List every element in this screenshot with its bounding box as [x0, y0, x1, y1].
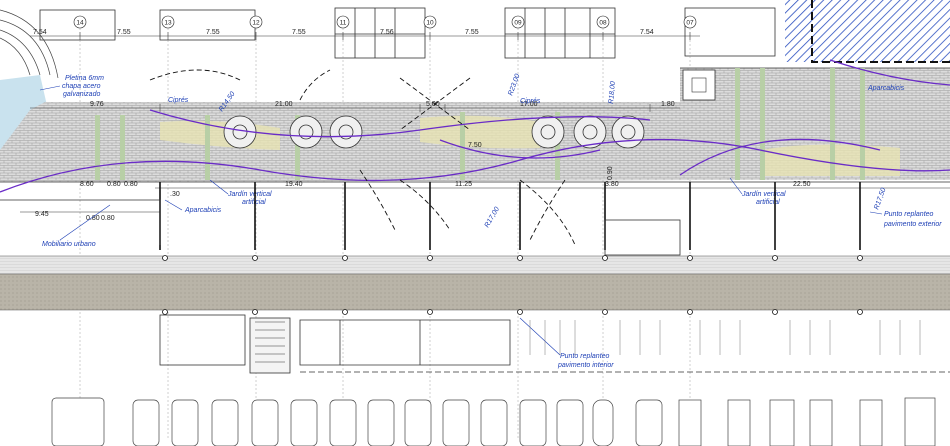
- svg-text:09: 09: [514, 20, 522, 27]
- svg-text:1.80: 1.80: [661, 101, 675, 108]
- dim-7-55-b: 7.55: [206, 29, 220, 36]
- svg-text:08: 08: [599, 20, 607, 27]
- svg-text:R17,00: R17,00: [484, 206, 501, 229]
- svg-text:0.80: 0.80: [107, 181, 121, 188]
- label-jardin-1a: Jardín vertical: [227, 191, 272, 198]
- dim-7-55-d: 7.55: [465, 29, 479, 36]
- grid-marker-14: 14: [73, 15, 87, 29]
- paved-promenade: [0, 67, 950, 183]
- label-punto-interior-1: Punto replanteo: [560, 353, 610, 360]
- svg-text:5.00: 5.00: [426, 101, 440, 108]
- svg-text:R17,50: R17,50: [873, 187, 887, 211]
- svg-text:19.40: 19.40: [285, 181, 303, 188]
- svg-text:21.00: 21.00: [275, 101, 293, 108]
- dim-7-54-left: 7.54: [33, 29, 47, 36]
- label-punto-exterior-1: Punto replanteo: [884, 211, 934, 218]
- label-pletina-line2: chapa acero: [62, 83, 101, 90]
- facade-columns: [0, 182, 861, 256]
- grid-marker-09: 09: [511, 15, 525, 29]
- svg-text:14: 14: [76, 20, 84, 27]
- svg-text:22.50: 22.50: [793, 181, 811, 188]
- grid-marker-12: 12: [249, 15, 263, 29]
- interior-plan: [159, 314, 950, 374]
- svg-text:.30: .30: [170, 191, 180, 198]
- label-punto-exterior-2: pavimento exterior: [883, 221, 942, 228]
- dim-7-55-c: 7.55: [292, 29, 306, 36]
- label-cipres-1: Ciprés: [168, 97, 189, 104]
- svg-text:R18,00: R18,00: [608, 81, 617, 104]
- svg-text:11: 11: [340, 20, 347, 27]
- label-aparcabicis-2: Aparcabicis: [867, 85, 905, 92]
- label-jardin-2a: Jardín vertical: [741, 191, 786, 198]
- svg-text:13: 13: [164, 20, 172, 27]
- svg-text:12: 12: [252, 20, 260, 27]
- svg-text:10: 10: [426, 20, 434, 27]
- label-pletina-line3: galvanizado: [63, 91, 100, 98]
- grid-marker-11: 11: [336, 15, 350, 29]
- svg-text:07: 07: [686, 20, 694, 27]
- label-pletina-line1: Pletina 6mm: [65, 75, 104, 82]
- svg-text:9.45: 9.45: [35, 211, 49, 218]
- grid-marker-08: 08: [596, 15, 610, 29]
- svg-text:8.60: 8.60: [80, 181, 94, 188]
- svg-text:0.90: 0.90: [607, 166, 614, 180]
- grid-lines: [79, 28, 691, 440]
- svg-text:11.25: 11.25: [455, 181, 472, 188]
- label-mobiliario: Mobiliario urbano: [42, 241, 96, 248]
- svg-text:0.80: 0.80: [124, 181, 138, 188]
- label-jardin-2b: artificial: [756, 199, 780, 206]
- grid-marker-13: 13: [161, 15, 175, 29]
- svg-text:3.80: 3.80: [605, 181, 619, 188]
- paving-band: [0, 255, 950, 315]
- hatched-core: [785, 0, 950, 62]
- label-cipres-2: Ciprés: [520, 98, 541, 105]
- svg-text:9.76: 9.76: [90, 101, 104, 108]
- label-jardin-1b: artificial: [242, 199, 266, 206]
- dim-7-56: 7.56: [380, 29, 394, 36]
- bottom-furniture-row: [51, 397, 936, 446]
- svg-text:R23,00: R23,00: [507, 73, 521, 97]
- grid-marker-07: 07: [683, 15, 697, 29]
- grid-marker-10: 10: [423, 15, 437, 29]
- label-punto-interior-2: pavimento interior: [557, 362, 614, 369]
- dim-7-55-a: 7.55: [117, 29, 131, 36]
- svg-text:0.80: 0.80: [101, 215, 115, 222]
- architectural-plan: 14 13 12 11 10 09 08 07 7.54 7.55 7.55 7…: [0, 0, 950, 446]
- svg-text:7.50: 7.50: [468, 142, 482, 149]
- label-aparcabicis-1: Aparcabicis: [184, 207, 222, 214]
- svg-text:0.80: 0.80: [86, 215, 100, 222]
- dim-7-54-right: 7.54: [640, 29, 654, 36]
